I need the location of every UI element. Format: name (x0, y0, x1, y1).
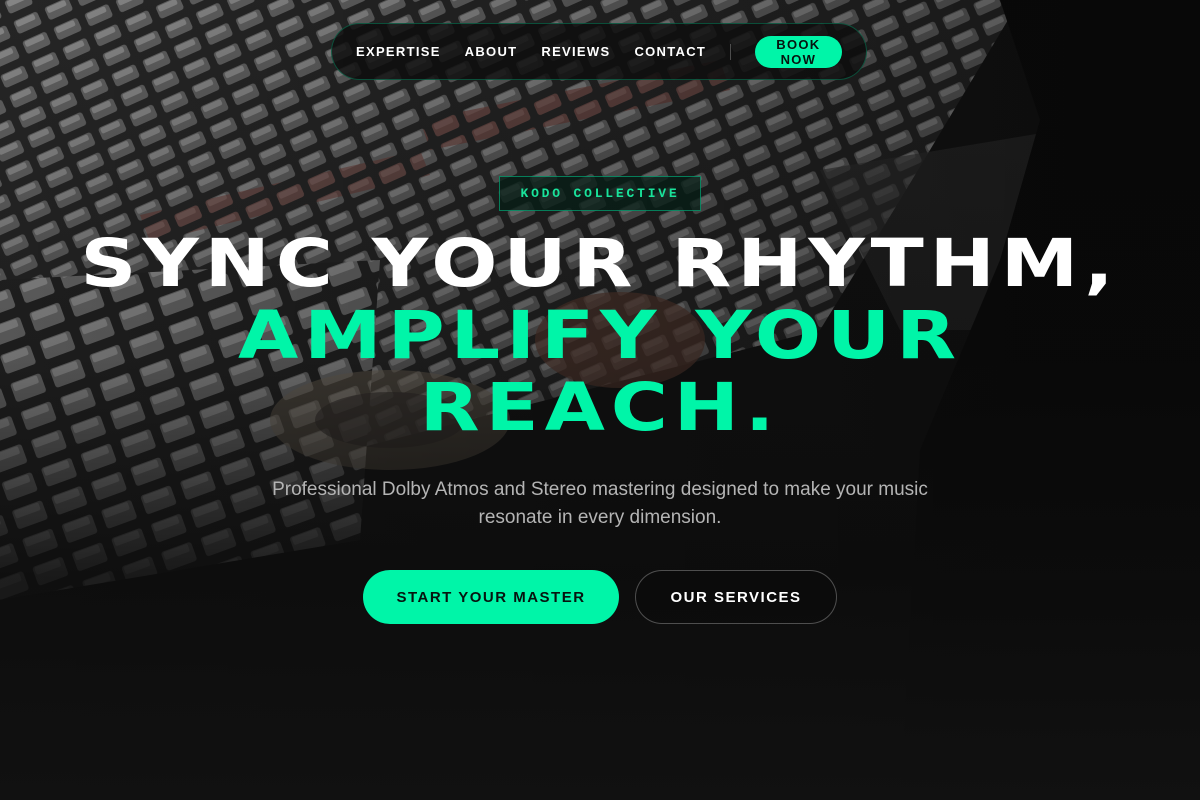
top-navigation: EXPERTISE ABOUT REVIEWS CONTACT BOOK NOW (331, 23, 867, 80)
headline-line-2: AMPLIFY YOUR (237, 297, 963, 374)
nav-divider (730, 43, 731, 60)
nav-link-expertise[interactable]: EXPERTISE (356, 44, 441, 59)
headline-line-3: REACH. (419, 369, 781, 446)
hero-section: EXPERTISE ABOUT REVIEWS CONTACT BOOK NOW… (0, 0, 1200, 800)
hero-subtitle: Professional Dolby Atmos and Stereo mast… (272, 479, 928, 528)
book-now-button[interactable]: BOOK NOW (754, 35, 842, 68)
start-your-master-button[interactable]: START YOUR MASTER (363, 570, 619, 624)
nav-link-about[interactable]: ABOUT (465, 44, 518, 59)
nav-link-contact[interactable]: CONTACT (634, 44, 706, 59)
brand-badge: KODO COLLECTIVE (499, 176, 701, 211)
nav-link-reviews[interactable]: REVIEWS (541, 44, 610, 59)
hero-headline: SYNC YOUR RHYTHM, AMPLIFY YOUR REACH. (0, 228, 1200, 444)
headline-line-1: SYNC YOUR RHYTHM, (80, 225, 1120, 302)
our-services-button[interactable]: OUR SERVICES (635, 570, 837, 624)
